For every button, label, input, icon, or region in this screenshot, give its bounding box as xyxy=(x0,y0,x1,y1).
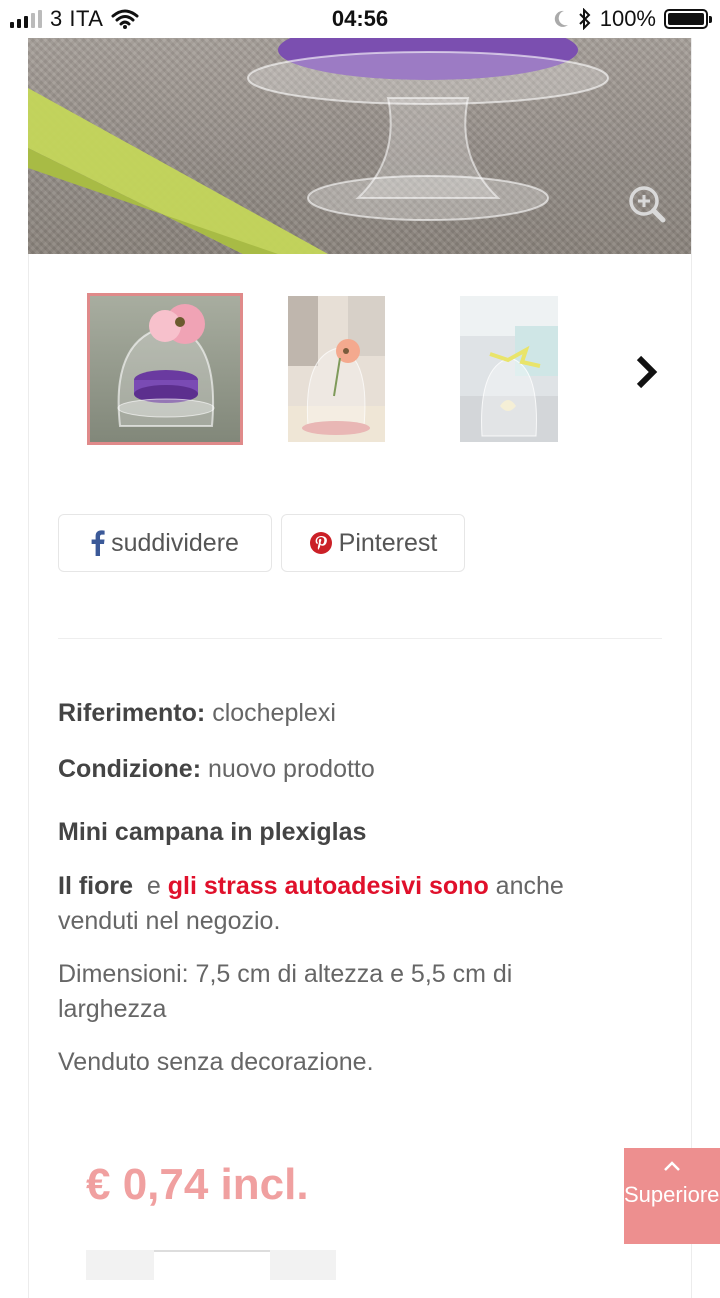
strass-text: gli strass autoadesivi sono xyxy=(167,872,489,900)
chevron-right-icon[interactable] xyxy=(631,352,661,392)
product-title: Mini campana in plexiglas xyxy=(58,815,658,850)
facebook-share-label: suddividere xyxy=(111,528,239,557)
condition-label: Condizione: xyxy=(58,755,202,783)
product-price: € 0,74 incl. xyxy=(86,1160,309,1209)
zoom-in-icon[interactable] xyxy=(627,184,667,224)
also-sold-line-1: anche xyxy=(495,872,564,900)
thumbnail-1[interactable] xyxy=(87,293,243,445)
condition-value: nuovo prodotto xyxy=(207,755,375,783)
bluetooth-icon xyxy=(579,8,591,30)
facebook-icon xyxy=(91,530,105,556)
product-main-image[interactable] xyxy=(28,38,691,254)
reference-value: clocheplexi xyxy=(212,699,336,727)
reference-row: Riferimento: clocheplexi xyxy=(58,696,658,731)
battery-icon xyxy=(664,9,712,29)
condition-row: Condizione: nuovo prodotto xyxy=(58,752,658,787)
dimensions-line-2: larghezza xyxy=(58,995,167,1023)
thumbnail-2[interactable] xyxy=(288,296,385,442)
battery-percentage: 100% xyxy=(599,6,656,31)
pinterest-icon xyxy=(309,532,332,554)
product-title-text: Mini campana in plexiglas xyxy=(58,818,367,846)
thumbnail-gallery xyxy=(28,254,691,484)
quantity-input[interactable] xyxy=(154,1250,270,1282)
section-divider xyxy=(58,638,662,639)
pinterest-share-label: Pinterest xyxy=(338,528,438,557)
quantity-stepper[interactable] xyxy=(86,1250,336,1282)
sold-without-decoration: Venduto senza decorazione. xyxy=(58,1048,374,1076)
also-sold-paragraph: Il fiore e gli strass autoadesivi sono a… xyxy=(58,869,658,939)
thumbnail-3[interactable] xyxy=(460,296,558,442)
dimensions-line-1: Dimensioni: 7,5 cm di altezza e 5,5 cm d… xyxy=(58,960,513,988)
back-to-top-label: Superiore xyxy=(624,1182,720,1207)
and-text: e xyxy=(146,872,161,900)
status-bar: 3 ITA 04:56 100% xyxy=(0,0,720,38)
dimensions-paragraph: Dimensioni: 7,5 cm di altezza e 5,5 cm d… xyxy=(58,957,658,1027)
moon-icon xyxy=(554,10,568,27)
facebook-share-button[interactable]: suddividere xyxy=(58,514,272,572)
back-to-top-button[interactable]: Superiore xyxy=(624,1148,720,1244)
flower-text: Il fiore xyxy=(58,872,134,900)
chevron-up-icon xyxy=(664,1161,680,1171)
also-sold-line-2: venduti nel negozio. xyxy=(58,907,281,935)
pinterest-share-button[interactable]: Pinterest xyxy=(281,514,465,572)
reference-label: Riferimento: xyxy=(58,699,206,727)
